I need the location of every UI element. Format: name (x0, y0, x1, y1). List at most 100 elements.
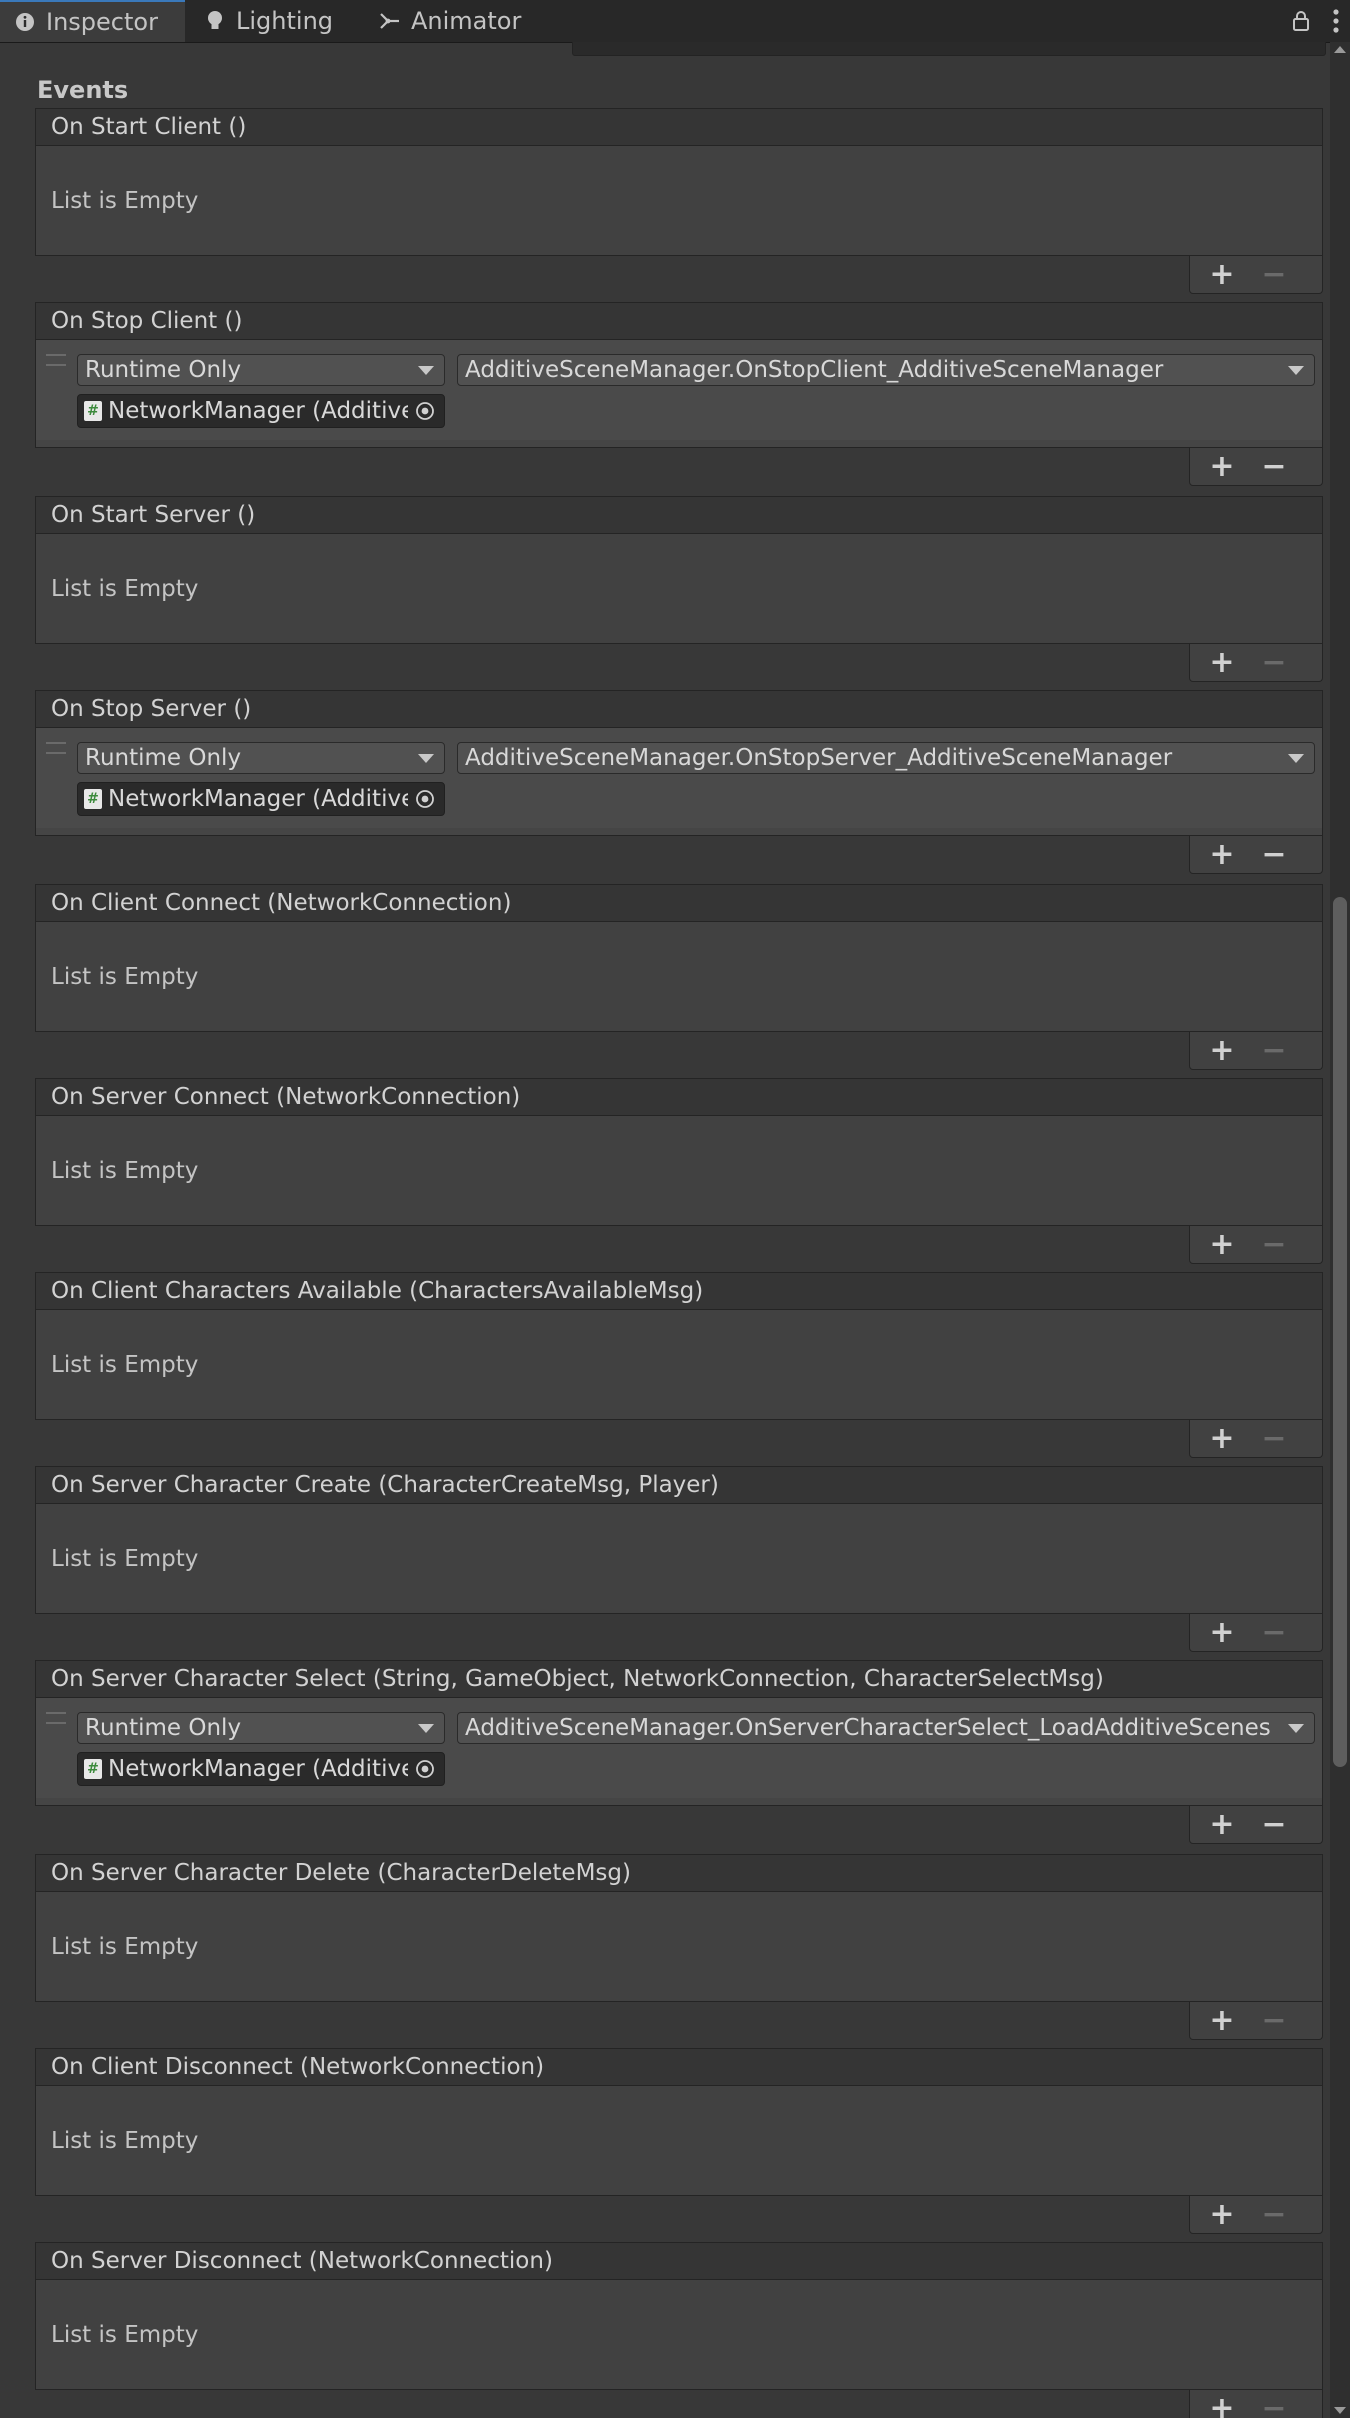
unity-event-10: On Client Disconnect (NetworkConnection)… (35, 2048, 1323, 2234)
list-footer: + − (1189, 644, 1323, 682)
add-listener-button[interactable]: + (1204, 449, 1240, 484)
unity-event-11: On Server Disconnect (NetworkConnection)… (35, 2242, 1323, 2418)
add-listener-button[interactable]: + (1204, 2391, 1240, 2418)
scroll-down-arrow-icon[interactable] (1334, 2407, 1346, 2414)
add-listener-button[interactable]: + (1204, 1033, 1240, 1068)
method-dropdown[interactable]: AdditiveSceneManager.OnServerCharacterSe… (457, 1712, 1315, 1744)
chevron-down-icon (1288, 1724, 1304, 1733)
chevron-down-icon (418, 754, 434, 763)
remove-listener-button[interactable]: − (1256, 2197, 1292, 2232)
add-listener-button[interactable]: + (1204, 1615, 1240, 1650)
drag-handle-icon[interactable] (46, 354, 66, 366)
event-header: On Server Character Select (String, Game… (35, 1660, 1323, 1698)
listener-row[interactable]: Runtime Only AdditiveSceneManager.OnStopC… (36, 340, 1322, 440)
info-icon (14, 11, 36, 33)
list-footer: + − (1189, 2002, 1323, 2040)
event-header: On Server Character Create (CharacterCre… (35, 1466, 1323, 1504)
tab-animator[interactable]: Animator (365, 0, 545, 42)
object-picker-icon[interactable] (408, 1755, 442, 1783)
event-title: On Stop Server () (51, 696, 252, 722)
target-object-field[interactable]: # NetworkManager (Additive (77, 1752, 445, 1786)
remove-listener-button[interactable]: − (1256, 2003, 1292, 2038)
remove-listener-button[interactable]: − (1256, 1227, 1292, 1262)
object-picker-icon[interactable] (408, 397, 442, 425)
list-empty-text: List is Empty (51, 575, 199, 602)
add-listener-button[interactable]: + (1204, 837, 1240, 872)
add-listener-button[interactable]: + (1204, 1421, 1240, 1456)
unity-event-9: On Server Character Delete (CharacterDel… (35, 1854, 1323, 2040)
vertical-scrollbar[interactable] (1330, 42, 1350, 2418)
event-header: On Server Disconnect (NetworkConnection) (35, 2242, 1323, 2280)
add-listener-button[interactable]: + (1204, 2003, 1240, 2038)
listener-row[interactable]: Runtime Only AdditiveSceneManager.OnServe… (36, 1698, 1322, 1798)
chevron-down-icon (418, 366, 434, 375)
object-picker-icon[interactable] (408, 785, 442, 813)
drag-handle-icon[interactable] (46, 742, 66, 754)
list-footer: + − (1189, 448, 1323, 486)
chevron-down-icon (418, 1724, 434, 1733)
list-empty-text: List is Empty (51, 187, 199, 214)
scrollbar-thumb[interactable] (1333, 897, 1347, 1767)
call-state-value: Runtime Only (85, 1715, 242, 1741)
target-object-field[interactable]: # NetworkManager (Additive (77, 394, 445, 428)
remove-listener-button[interactable]: − (1256, 1421, 1292, 1456)
unity-event-2: On Start Server () List is Empty + − (35, 496, 1323, 682)
remove-listener-button[interactable]: − (1256, 2391, 1292, 2418)
event-listener-list: List is Empty (35, 1504, 1323, 1614)
event-listener-list: List is Empty (35, 1892, 1323, 2002)
method-dropdown[interactable]: AdditiveSceneManager.OnStopServer_Additi… (457, 742, 1315, 774)
script-icon: # (84, 789, 102, 809)
tab-label: Animator (411, 7, 522, 35)
remove-listener-button[interactable]: − (1256, 1033, 1292, 1068)
add-listener-button[interactable]: + (1204, 1227, 1240, 1262)
target-object-field[interactable]: # NetworkManager (Additive (77, 782, 445, 816)
list-empty-text: List is Empty (51, 963, 199, 990)
list-empty-text: List is Empty (51, 1351, 199, 1378)
remove-listener-button[interactable]: − (1256, 645, 1292, 680)
chevron-down-icon (1288, 754, 1304, 763)
remove-listener-button[interactable]: − (1256, 449, 1292, 484)
method-dropdown[interactable]: AdditiveSceneManager.OnStopClient_Additi… (457, 354, 1315, 386)
unity-event-8: On Server Character Select (String, Game… (35, 1660, 1323, 1844)
list-footer: + − (1189, 256, 1323, 294)
lock-icon[interactable] (1292, 10, 1310, 38)
event-header: On Start Client () (35, 108, 1323, 146)
event-title: On Server Character Select (String, Game… (51, 1666, 1104, 1692)
event-title: On Start Server () (51, 502, 256, 528)
call-state-dropdown[interactable]: Runtime Only (77, 354, 445, 386)
add-listener-button[interactable]: + (1204, 2197, 1240, 2232)
call-state-dropdown[interactable]: Runtime Only (77, 1712, 445, 1744)
listener-row[interactable]: Runtime Only AdditiveSceneManager.OnStopS… (36, 728, 1322, 828)
scroll-up-arrow-icon[interactable] (1334, 46, 1346, 53)
event-title: On Server Character Create (CharacterCre… (51, 1472, 719, 1498)
method-value: AdditiveSceneManager.OnStopClient_Additi… (465, 357, 1164, 383)
target-object-value: NetworkManager (Additive (108, 786, 410, 812)
more-options-icon[interactable] (1332, 8, 1340, 40)
remove-listener-button[interactable]: − (1256, 837, 1292, 872)
list-footer: + − (1189, 1032, 1323, 1070)
event-header: On Server Connect (NetworkConnection) (35, 1078, 1323, 1116)
drag-handle-icon[interactable] (46, 1712, 66, 1724)
section-title: Events (37, 76, 129, 104)
tab-label: Inspector (46, 8, 158, 36)
event-listener-list: List is Empty (35, 534, 1323, 644)
lightbulb-icon (204, 10, 226, 32)
event-title: On Client Disconnect (NetworkConnection) (51, 2054, 545, 2080)
remove-listener-button[interactable]: − (1256, 1807, 1292, 1842)
call-state-dropdown[interactable]: Runtime Only (77, 742, 445, 774)
remove-listener-button[interactable]: − (1256, 1615, 1292, 1650)
add-listener-button[interactable]: + (1204, 257, 1240, 292)
previous-field-partial[interactable] (572, 42, 1326, 56)
remove-listener-button[interactable]: − (1256, 257, 1292, 292)
window-tab-bar: Inspector Lighting Animator (0, 0, 1350, 43)
event-listener-list: List is Empty (35, 2086, 1323, 2196)
tab-inspector[interactable]: Inspector (0, 0, 185, 42)
list-empty-text: List is Empty (51, 1157, 199, 1184)
event-header: On Server Character Delete (CharacterDel… (35, 1854, 1323, 1892)
animator-icon (379, 10, 401, 32)
add-listener-button[interactable]: + (1204, 645, 1240, 680)
add-listener-button[interactable]: + (1204, 1807, 1240, 1842)
list-empty-text: List is Empty (51, 1933, 199, 1960)
tab-lighting[interactable]: Lighting (190, 0, 360, 42)
list-footer: + − (1189, 2196, 1323, 2234)
